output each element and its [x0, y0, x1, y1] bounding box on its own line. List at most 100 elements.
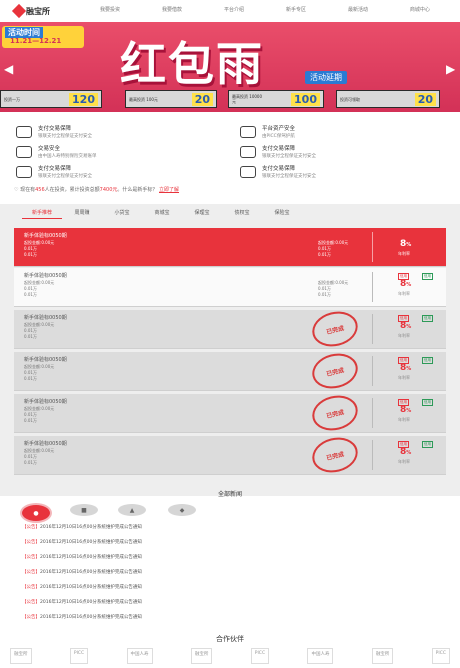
- feature-sub: 由中国人寿特别保险交易账单: [38, 154, 97, 159]
- divider: [372, 398, 373, 428]
- feature-trade: 交易安全 由中国人寿特别保险交易账单: [16, 144, 97, 164]
- chevron-right-icon[interactable]: ▶: [446, 62, 455, 76]
- product-rate: 8%: [400, 447, 412, 457]
- nav-link-mall[interactable]: 商城中心: [410, 6, 430, 18]
- completed-stamp: 已完成: [308, 432, 362, 478]
- card-icon: [240, 146, 256, 158]
- banner-badge: 活动延期: [305, 71, 347, 84]
- stats-text-3: 。什么是新手标？: [117, 187, 158, 193]
- chevron-left-icon[interactable]: ◀: [4, 62, 13, 76]
- nav-link-events[interactable]: 最新活动: [348, 6, 368, 18]
- tab-microloan[interactable]: 小贷宝: [102, 207, 142, 219]
- news-item[interactable]: 【公告】2016年12月10日16点00分系统维护完成公告通知: [22, 614, 442, 629]
- news-category-icon[interactable]: ▲: [118, 504, 146, 516]
- product-name: 新手体验标0050期: [24, 441, 67, 447]
- coupon-3[interactable]: 最高投资 10000元 100: [228, 90, 324, 108]
- product-card[interactable]: 新手体验标0050期 起投金额:0.00元 0.01万 0.01万 起投金额:0…: [14, 268, 446, 307]
- partner-logo[interactable]: PICC: [250, 648, 270, 664]
- tab-newbie[interactable]: 新手推荐: [22, 207, 62, 219]
- product-tag: 信用: [422, 357, 433, 364]
- product-rate-label: 年利率: [398, 291, 410, 296]
- feature-title: 平台资产安全: [262, 126, 296, 132]
- nav-links: 我要投资 我要借款 平台介绍 新手专区 最新活动 商城中心: [100, 6, 430, 18]
- nav-link-about[interactable]: 平台介绍: [224, 6, 244, 18]
- coupon-desc: 最高投资 100元: [129, 96, 158, 102]
- tab-insurance[interactable]: 保险宝: [262, 207, 302, 219]
- feature-payment-2: 支付交易保障 银联支付全程保证支付安全: [240, 144, 316, 164]
- nav-link-borrow[interactable]: 我要借款: [162, 6, 182, 18]
- top-nav: 融宝所 我要投资 我要借款 平台介绍 新手专区 最新活动 商城中心: [0, 0, 460, 23]
- news-item[interactable]: 【公告】2016年12月10日16点00分系统维护完成公告通知: [22, 554, 442, 569]
- logo-text: 融宝所: [26, 6, 50, 16]
- stats-users: 456: [35, 187, 45, 193]
- product-tag: 信用: [422, 399, 433, 406]
- card-icon: [240, 166, 256, 178]
- stats-text-1: 现在有: [20, 187, 36, 193]
- product-card[interactable]: 新手体验标0050期 起投金额:0.00元 0.01万 0.01万 已完成 信用…: [14, 432, 446, 478]
- product-tag: 信用: [422, 441, 433, 448]
- umbrella-icon: [16, 146, 32, 158]
- partner-logo[interactable]: 融宝所: [190, 648, 213, 664]
- partners-strip: 融宝所 PICC 中国人寿 融宝所 PICC 中国人寿 融宝所 PICC: [10, 648, 450, 664]
- product-name: 新手体验标0050期: [24, 233, 67, 239]
- product-rate: 8%: [400, 405, 412, 415]
- partner-logo[interactable]: 融宝所: [371, 648, 394, 664]
- product-remaining: 0.01万: [24, 418, 37, 423]
- feature-sub: 银联支付全程保证支付安全: [38, 174, 92, 179]
- partner-logo[interactable]: 融宝所: [10, 648, 32, 664]
- product-remaining: 0.01万: [24, 376, 37, 381]
- partner-logo[interactable]: PICC: [69, 648, 89, 664]
- news-item[interactable]: 【公告】2016年12月10日16点00分系统维护完成公告通知: [22, 524, 442, 539]
- logo[interactable]: 融宝所: [11, 3, 52, 19]
- tab-debt[interactable]: 债权宝: [222, 207, 262, 219]
- feature-title: 支付交易保障: [262, 146, 296, 152]
- nav-link-invest[interactable]: 我要投资: [100, 6, 120, 18]
- feature-sub: 由PICC保驾护航: [262, 134, 295, 139]
- product-card[interactable]: 新手体验标0050期 起投金额:0.00元 0.01万 0.01万 起投金额:0…: [14, 228, 446, 267]
- stats-total: 7400元: [99, 187, 118, 193]
- banner-title: 红包雨: [120, 37, 264, 91]
- completed-stamp: 已完成: [308, 348, 362, 394]
- product-card[interactable]: 新手体验标0050期 起投金额:0.00元 0.01万 0.01万 已完成 信用…: [14, 306, 446, 352]
- partner-logo[interactable]: 中国人寿: [126, 648, 153, 664]
- banner-date-box: 活动时间 11.21—12.21: [2, 26, 84, 48]
- product-remaining: 0.01万: [24, 292, 37, 297]
- tab-factoring[interactable]: 保理宝: [182, 207, 222, 219]
- completed-stamp: 已完成: [308, 390, 362, 436]
- product-remaining-2: 0.01万: [318, 292, 331, 297]
- news-item[interactable]: 【公告】2016年12月10日16点00分系统维护完成公告通知: [22, 539, 442, 554]
- news-item[interactable]: 【公告】2016年12月10日16点00分系统维护完成公告通知: [22, 569, 442, 584]
- coupon-amount: 100: [291, 92, 320, 106]
- product-name: 新手体验标0050期: [24, 357, 67, 363]
- coupon-1[interactable]: 投资一万 120: [0, 90, 102, 108]
- feature-title: 支付交易保障: [262, 166, 296, 172]
- coupon-4[interactable]: 投资可领取 20: [336, 90, 440, 108]
- news-list: 【公告】2016年12月10日16点00分系统维护完成公告通知 【公告】2016…: [22, 524, 442, 629]
- product-name: 新手体验标0050期: [24, 273, 67, 279]
- tab-weekly[interactable]: 周周赚: [62, 207, 102, 219]
- news-item[interactable]: 【公告】2016年12月10日16点00分系统维护完成公告通知: [22, 584, 442, 599]
- product-rate-label: 年利率: [398, 375, 410, 380]
- product-card[interactable]: 新手体验标0050期 起投金额:0.00元 0.01万 0.01万 已完成 信用…: [14, 390, 446, 436]
- news-category-icon[interactable]: ■: [70, 504, 98, 516]
- promo-banner[interactable]: 活动时间 11.21—12.21 红包雨 活动延期 ◀ ▶ 投资一万 120 最…: [0, 22, 460, 112]
- product-tag: 信用: [422, 315, 433, 322]
- news-category-icon[interactable]: ◆: [168, 504, 196, 516]
- product-remaining: 0.01万: [24, 334, 37, 339]
- product-card[interactable]: 新手体验标0050期 起投金额:0.00元 0.01万 0.01万 已完成 信用…: [14, 348, 446, 394]
- stats-line: ♡ 现在有456人在投资，累计投资总额7400元。什么是新手标？ 立即了解: [14, 186, 454, 196]
- divider: [372, 356, 373, 386]
- nav-link-newbie[interactable]: 新手专区: [286, 6, 306, 18]
- learn-more-link[interactable]: 立即了解: [159, 187, 179, 193]
- product-remaining-2: 0.01万: [318, 252, 331, 257]
- partner-logo[interactable]: PICC: [431, 648, 450, 664]
- news-item[interactable]: 【公告】2016年12月10日16点00分系统维护完成公告通知: [22, 599, 442, 614]
- partner-logo[interactable]: 中国人寿: [307, 648, 334, 664]
- tab-mall[interactable]: 商城宝: [142, 207, 182, 219]
- product-rate: 8%: [400, 279, 412, 289]
- feature-sub: 银联支付全程保证支付安全: [38, 134, 92, 139]
- news-category-icon[interactable]: ●: [20, 503, 52, 523]
- coupon-2[interactable]: 最高投资 100元 20: [125, 90, 217, 108]
- coupon-desc: 最高投资 10000元: [232, 94, 262, 104]
- feature-title: 支付交易保障: [38, 126, 72, 132]
